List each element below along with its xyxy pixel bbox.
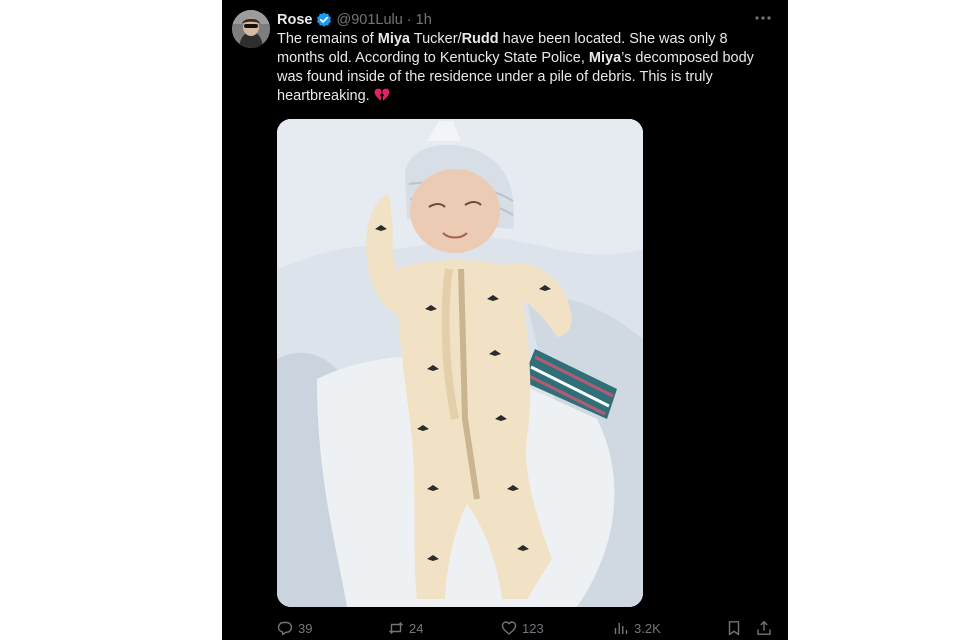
action-bar: 39 24 123 3.2K	[277, 618, 777, 638]
baby-photo	[277, 119, 643, 607]
tweet-text: The remains of Miya Tucker/Rudd have bee…	[277, 31, 754, 104]
share-icon	[757, 620, 771, 635]
tweet-photo[interactable]	[277, 119, 643, 607]
broken-heart-icon	[374, 88, 390, 101]
bookmark-button[interactable]	[726, 620, 742, 636]
views-button[interactable]: 3.2K	[613, 620, 661, 636]
like-count: 123	[522, 620, 544, 636]
separator: ·	[406, 12, 412, 28]
timestamp[interactable]: 1h	[416, 12, 432, 28]
heart-icon	[501, 621, 517, 635]
reply-button[interactable]: 39	[277, 620, 312, 636]
reply-icon	[277, 621, 293, 636]
repost-count: 24	[409, 620, 424, 636]
avatar-image	[232, 10, 270, 48]
verified-badge-icon	[317, 12, 332, 27]
tweet-card[interactable]: Rose @901Lulu · 1h The remains of Miya T…	[222, 0, 788, 640]
tweet-header: Rose @901Lulu · 1h	[277, 10, 432, 30]
view-count: 3.2K	[634, 620, 661, 636]
bookmark-icon	[728, 621, 740, 636]
like-button[interactable]: 123	[501, 620, 544, 636]
more-options-icon	[755, 16, 771, 20]
share-button[interactable]	[756, 620, 772, 636]
reply-count: 39	[298, 620, 313, 636]
display-name[interactable]: Rose	[277, 12, 312, 28]
repost-icon	[388, 621, 404, 635]
views-icon	[614, 623, 628, 634]
author-handle[interactable]: @901Lulu	[336, 12, 402, 28]
repost-button[interactable]: 24	[388, 620, 423, 636]
avatar[interactable]	[232, 10, 270, 48]
more-options-button[interactable]	[752, 8, 774, 28]
